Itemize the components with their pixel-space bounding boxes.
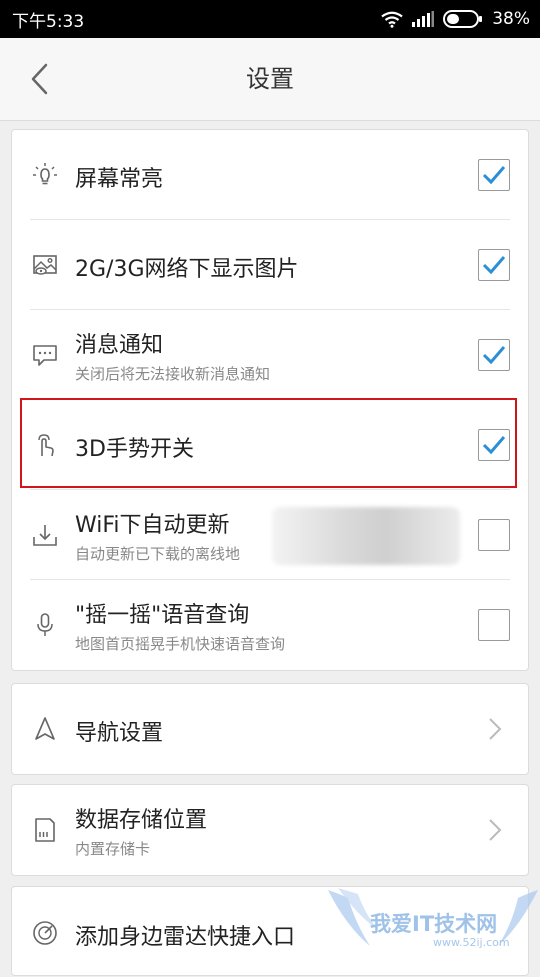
chevron-right-icon xyxy=(489,718,502,740)
setting-notifications[interactable]: 消息通知 关闭后将无法接收新消息通知 xyxy=(12,310,528,400)
checkbox-show-images[interactable] xyxy=(478,249,510,281)
battery-percent: 38% xyxy=(492,9,530,29)
redacted-blur xyxy=(272,507,460,565)
checkmark-icon xyxy=(482,256,506,275)
status-icons: 38% xyxy=(381,9,530,29)
checkmark-icon xyxy=(482,346,506,365)
settings-card-navigation: 导航设置 xyxy=(11,683,529,775)
setting-label: 导航设置 xyxy=(75,721,164,746)
download-icon xyxy=(33,525,57,546)
setting-label: 消息通知 xyxy=(75,333,164,358)
setting-storage-location[interactable]: 数据存储位置 内置存储卡 xyxy=(12,785,528,875)
radar-icon xyxy=(33,921,57,945)
setting-label: 屏幕常亮 xyxy=(75,167,164,192)
setting-navigation[interactable]: 导航设置 xyxy=(12,684,528,774)
sd-card-icon xyxy=(35,818,55,842)
checkmark-icon xyxy=(482,436,506,455)
microphone-icon xyxy=(37,613,53,636)
header-bar: 设置 xyxy=(0,38,540,121)
setting-subtext: 地图首页摇晃手机快速语音查询 xyxy=(75,635,286,653)
checkbox-3d-gesture[interactable] xyxy=(478,429,510,461)
message-icon xyxy=(33,345,57,366)
chevron-right-icon xyxy=(489,819,502,841)
wifi-icon xyxy=(381,11,403,28)
setting-label: 数据存储位置 xyxy=(75,808,208,833)
settings-card-radar: 添加身边雷达快捷入口 xyxy=(11,886,529,976)
setting-label: 添加身边雷达快捷入口 xyxy=(75,925,296,950)
page-title: 设置 xyxy=(246,65,294,93)
checkbox-wifi-auto-update[interactable] xyxy=(478,519,510,551)
signal-icon xyxy=(412,11,435,27)
status-bar: 下午5:33 38% xyxy=(0,0,540,38)
checkbox-shake-voice[interactable] xyxy=(478,609,510,641)
checkbox-notifications[interactable] xyxy=(478,339,510,371)
image-icon xyxy=(33,255,57,275)
bulb-icon xyxy=(33,163,57,185)
setting-screen-on[interactable]: 屏幕常亮 xyxy=(12,130,528,220)
setting-show-images[interactable]: 2G/3G网络下显示图片 xyxy=(12,220,528,310)
navigation-arrow-icon xyxy=(35,717,55,740)
setting-label: 3D手势开关 xyxy=(75,437,194,462)
gesture-icon xyxy=(38,434,54,457)
settings-card-main: 屏幕常亮 2G/3G网络下显示图片 消息通知 关闭后将无法接收新消息通知 3D手… xyxy=(11,129,529,671)
checkbox-screen-on[interactable] xyxy=(478,159,510,191)
setting-subtext: 自动更新已下载的离线地 xyxy=(75,545,241,563)
setting-3d-gesture[interactable]: 3D手势开关 xyxy=(12,400,528,490)
status-time: 下午5:33 xyxy=(12,11,85,32)
checkmark-icon xyxy=(482,166,506,185)
setting-radar-shortcut[interactable]: 添加身边雷达快捷入口 xyxy=(12,887,528,977)
setting-subtext: 内置存储卡 xyxy=(75,840,151,858)
settings-card-storage: 数据存储位置 内置存储卡 xyxy=(11,784,529,876)
setting-subtext: 关闭后将无法接收新消息通知 xyxy=(75,365,271,383)
battery-icon xyxy=(443,10,483,28)
setting-label: 2G/3G网络下显示图片 xyxy=(75,257,299,282)
setting-label: WiFi下自动更新 xyxy=(75,513,230,538)
setting-shake-voice[interactable]: "摇一摇"语音查询 地图首页摇晃手机快速语音查询 xyxy=(12,580,528,670)
setting-label: "摇一摇"语音查询 xyxy=(75,603,250,628)
